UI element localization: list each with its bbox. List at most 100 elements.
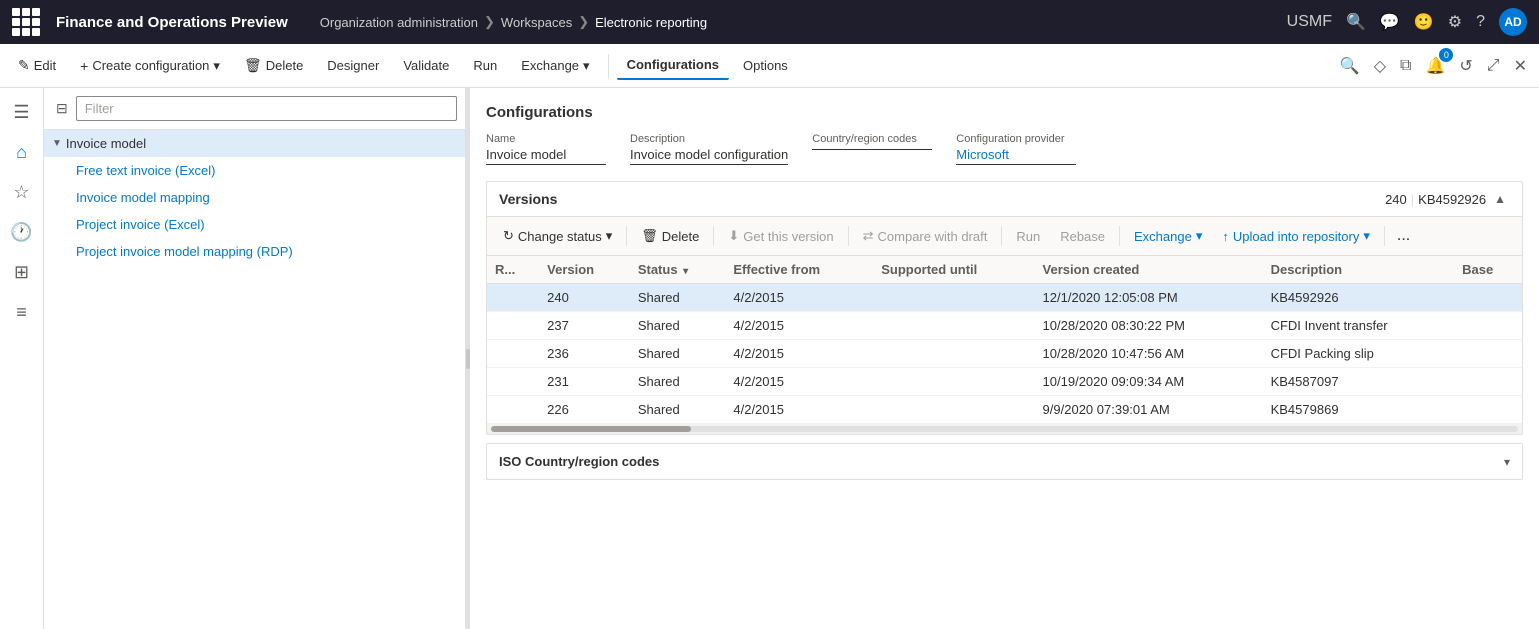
run-version-button[interactable]: Run	[1008, 225, 1048, 248]
tree-item-project-invoice[interactable]: Project invoice (Excel)	[44, 211, 465, 238]
tree-item-project-mapping[interactable]: Project invoice model mapping (RDP)	[44, 238, 465, 265]
description-field: Description Invoice model configuration	[630, 133, 788, 165]
cell-r	[487, 368, 539, 396]
name-label: Name	[486, 133, 606, 145]
compare-draft-button[interactable]: ⇄ Compare with draft	[855, 224, 996, 248]
modules-icon[interactable]: ≡	[6, 296, 38, 328]
user-avatar[interactable]: AD	[1499, 8, 1527, 36]
change-status-button[interactable]: ↻ Change status ▾	[495, 224, 620, 248]
cell-base	[1454, 340, 1522, 368]
cell-r	[487, 396, 539, 424]
breadcrumb: Organization administration ❯ Workspaces…	[320, 14, 1279, 30]
breadcrumb-workspaces[interactable]: Workspaces	[501, 15, 572, 30]
cell-supported-until	[873, 312, 1034, 340]
home-icon[interactable]: ⌂	[6, 136, 38, 168]
chat-icon[interactable]: 💬	[1380, 12, 1400, 32]
tree-item-invoice-model[interactable]: ▼ Invoice model	[44, 130, 465, 157]
configurations-tab[interactable]: Configurations	[617, 51, 729, 80]
table-header-row: R... Version Status ▾ Effective from Sup…	[487, 256, 1522, 284]
scroll-thumb[interactable]	[491, 426, 691, 432]
versions-delete-button[interactable]: 🗑 Delete	[633, 224, 707, 248]
horizontal-scrollbar[interactable]	[487, 424, 1522, 434]
close-panel-icon[interactable]: ✕	[1510, 52, 1531, 80]
scroll-track	[491, 426, 1518, 432]
top-navigation: Finance and Operations Preview Organizat…	[0, 0, 1539, 44]
exchange-version-button[interactable]: Exchange ▾	[1126, 224, 1210, 248]
versions-badge-kb: KB4592926	[1418, 192, 1486, 207]
recent-icon[interactable]: 🕐	[6, 216, 38, 248]
exchange-button[interactable]: Exchange ▾	[511, 52, 599, 80]
table-row[interactable]: 226 Shared 4/2/2015 9/9/2020 07:39:01 AM…	[487, 396, 1522, 424]
country-region-field: Country/region codes	[812, 133, 932, 165]
upload-repository-button[interactable]: ↑ Upload into repository ▾	[1214, 224, 1378, 248]
top-right-icons: USMF 🔍 💬 🙂 ⚙ ? AD	[1287, 8, 1527, 36]
command-separator	[608, 54, 609, 78]
favorites-icon[interactable]: ☆	[6, 176, 38, 208]
toolbar-separator-2	[713, 226, 714, 246]
smiley-icon[interactable]: 🙂	[1414, 12, 1434, 32]
create-config-button[interactable]: + Create configuration ▾	[70, 52, 230, 80]
left-sidebar: ☰ ⌂ ☆ 🕐 ⊞ ≡	[0, 88, 44, 629]
tree-item-invoice-mapping[interactable]: Invoice model mapping	[44, 184, 465, 211]
settings-icon[interactable]: ⚙	[1448, 12, 1462, 32]
help-icon[interactable]: ?	[1476, 13, 1485, 31]
usmf-label: USMF	[1287, 13, 1332, 31]
hamburger-icon[interactable]: ☰	[6, 96, 38, 128]
search-icon[interactable]: 🔍	[1346, 12, 1366, 32]
config-provider-value[interactable]: Microsoft	[956, 147, 1076, 165]
cell-r	[487, 312, 539, 340]
col-supported-until: Supported until	[873, 256, 1034, 284]
versions-collapse-icon[interactable]: ▲	[1490, 190, 1510, 208]
options-button[interactable]: Options	[733, 52, 798, 79]
exchange-version-dropdown-icon: ▾	[1196, 228, 1203, 244]
refresh-icon[interactable]: ↺	[1455, 52, 1476, 80]
edit-button[interactable]: ✎ Edit	[8, 51, 66, 80]
split-icon[interactable]: ⧉	[1396, 53, 1415, 79]
fullscreen-icon[interactable]: ⤢	[1483, 53, 1504, 79]
col-version: Version	[539, 256, 630, 284]
cell-supported-until	[873, 368, 1034, 396]
cell-version: 240	[539, 284, 630, 312]
cell-effective-from: 4/2/2015	[725, 368, 873, 396]
get-version-button[interactable]: ⬇ Get this version	[720, 224, 841, 248]
iso-header[interactable]: ISO Country/region codes ▾	[487, 444, 1522, 479]
bookmark-icon[interactable]: ◇	[1370, 52, 1390, 80]
col-version-created: Version created	[1035, 256, 1263, 284]
table-row[interactable]: 237 Shared 4/2/2015 10/28/2020 08:30:22 …	[487, 312, 1522, 340]
search-filter-icon[interactable]: 🔍	[1336, 52, 1364, 80]
breadcrumb-org-admin[interactable]: Organization administration	[320, 15, 478, 30]
filter-input[interactable]	[76, 96, 457, 121]
name-field: Name Invoice model	[486, 133, 606, 165]
cell-version: 226	[539, 396, 630, 424]
country-region-value	[812, 147, 932, 150]
more-options-button[interactable]: ...	[1391, 223, 1416, 249]
app-grid-icon[interactable]	[12, 8, 40, 36]
table-row[interactable]: 231 Shared 4/2/2015 10/19/2020 09:09:34 …	[487, 368, 1522, 396]
cell-supported-until	[873, 284, 1034, 312]
cell-base	[1454, 312, 1522, 340]
iso-section: ISO Country/region codes ▾	[486, 443, 1523, 480]
cell-effective-from: 4/2/2015	[725, 312, 873, 340]
table-row[interactable]: 236 Shared 4/2/2015 10/28/2020 10:47:56 …	[487, 340, 1522, 368]
run-button[interactable]: Run	[463, 52, 507, 79]
breadcrumb-current: Electronic reporting	[595, 15, 707, 30]
exchange-dropdown-icon: ▾	[583, 58, 590, 74]
delete-button[interactable]: 🗑 Delete	[234, 51, 313, 80]
col-status[interactable]: Status ▾	[630, 256, 726, 284]
config-provider-field: Configuration provider Microsoft	[956, 133, 1076, 165]
table-row[interactable]: 240 Shared 4/2/2015 12/1/2020 12:05:08 P…	[487, 284, 1522, 312]
tree-item-free-text[interactable]: Free text invoice (Excel)	[44, 157, 465, 184]
description-label: Description	[630, 133, 788, 145]
filter-bar: ⊟	[44, 88, 465, 130]
config-fields: Name Invoice model Description Invoice m…	[486, 133, 1523, 165]
filter-icon[interactable]: ⊟	[52, 96, 72, 121]
workspaces-icon[interactable]: ⊞	[6, 256, 38, 288]
designer-button[interactable]: Designer	[317, 52, 389, 79]
cell-description: KB4592926	[1263, 284, 1455, 312]
cell-description: CFDI Invent transfer	[1263, 312, 1455, 340]
toolbar-separator-5	[1119, 226, 1120, 246]
rebase-button[interactable]: Rebase	[1052, 225, 1113, 248]
notification-icon[interactable]: 🔔0	[1421, 52, 1449, 80]
cell-version: 237	[539, 312, 630, 340]
validate-button[interactable]: Validate	[393, 52, 459, 79]
